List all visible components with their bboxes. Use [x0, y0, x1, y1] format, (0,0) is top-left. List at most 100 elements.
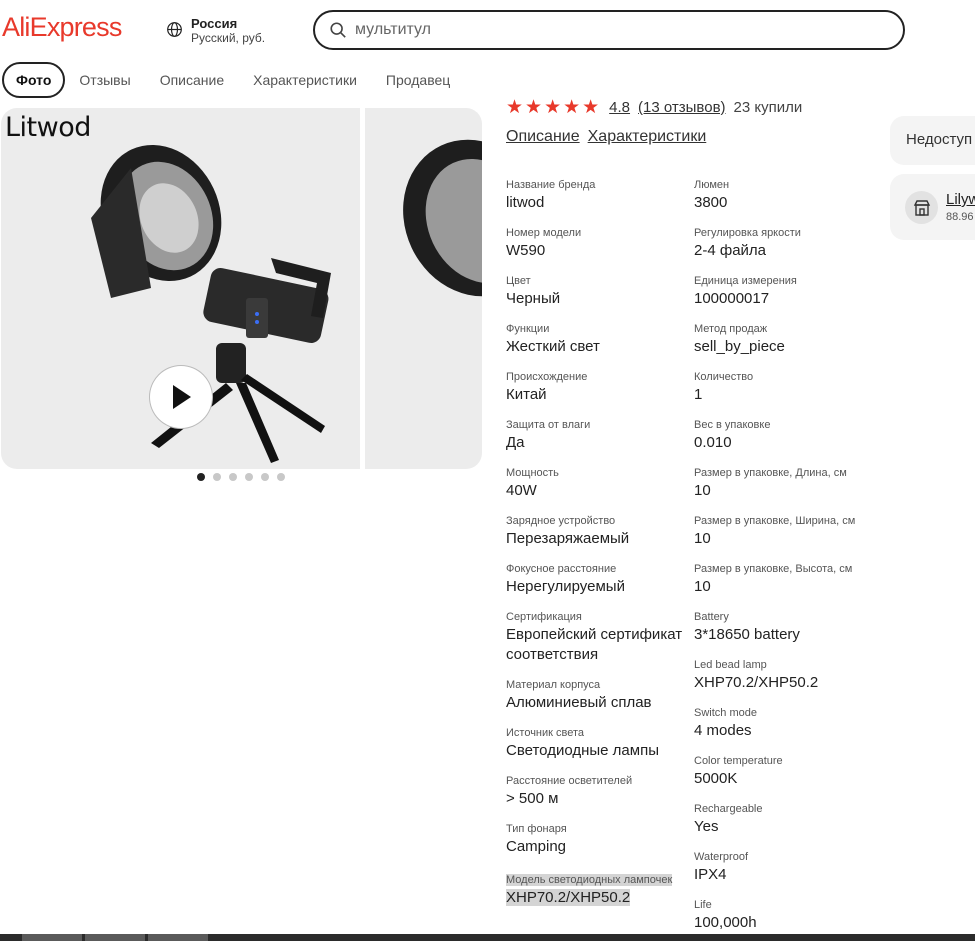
- spec-item: Мощность 40W: [506, 466, 686, 501]
- anchor-description-link[interactable]: Описание: [506, 128, 580, 146]
- spec-value: 10: [694, 482, 711, 499]
- gallery-dot-5[interactable]: [261, 473, 269, 481]
- spec-label: Происхождение: [506, 371, 588, 383]
- spec-label: Waterproof: [694, 851, 749, 863]
- unavailable-notice: Недоступ: [890, 116, 975, 165]
- spec-item: Life 100,000h: [694, 898, 874, 933]
- region-selector[interactable]: Россия Русский, руб.: [166, 16, 265, 46]
- taskbar: [0, 934, 975, 941]
- seller-card[interactable]: Lilyw 88.96: [890, 174, 975, 240]
- spec-item: Размер в упаковке, Ширина, см 10: [694, 514, 874, 549]
- spec-value: XHP70.2/XHP50.2: [694, 674, 819, 691]
- spec-label: Color temperature: [694, 755, 783, 767]
- gallery-pagination[interactable]: [197, 473, 285, 481]
- spec-item: Color temperature 5000K: [694, 754, 874, 789]
- play-video-button[interactable]: [150, 366, 212, 428]
- specs-right-column: Люмен 3800 Регулировка яркости 2-4 файла Еди…: [694, 178, 874, 941]
- search-icon[interactable]: [329, 21, 347, 39]
- rating-row: ★★★★★ 4.8 (13 отзывов) 23 купили: [506, 96, 802, 119]
- spec-value: 5000K: [694, 770, 738, 787]
- spec-item: Регулировка яркости 2-4 файла: [694, 226, 874, 261]
- tab-reviews[interactable]: Отзывы: [79, 72, 130, 88]
- spec-value: 100000017: [694, 290, 770, 307]
- spec-item: Материал корпуса Алюминиевый сплав: [506, 678, 686, 713]
- spec-item: Switch mode 4 modes: [694, 706, 874, 741]
- gallery-dot-1[interactable]: [197, 473, 205, 481]
- spec-item: Размер в упаковке, Высота, см 10: [694, 562, 874, 597]
- spec-value: Алюминиевый сплав: [506, 694, 652, 711]
- spec-label: Размер в упаковке, Длина, см: [694, 467, 847, 479]
- spec-item: Зарядное устройство Перезаряжаемый: [506, 514, 686, 549]
- region-language-currency: Русский, руб.: [191, 31, 266, 45]
- spec-item: Размер в упаковке, Длина, см 10: [694, 466, 874, 501]
- spec-value: Жесткий свет: [506, 338, 600, 355]
- seller-name-link[interactable]: Lilyw: [946, 191, 975, 208]
- spec-item: Фокусное расстояние Нерегулируемый: [506, 562, 686, 597]
- gallery-dot-6[interactable]: [277, 473, 285, 481]
- reviews-link[interactable]: (13 отзывов): [638, 99, 726, 116]
- spec-item: Функции Жесткий свет: [506, 322, 686, 357]
- spec-value: 40W: [506, 482, 537, 499]
- spec-label: Вес в упаковке: [694, 419, 771, 431]
- spec-value: Светодиодные лампы: [506, 742, 659, 759]
- anchor-specifications-link[interactable]: Характеристики: [588, 128, 707, 146]
- gallery-dot-4[interactable]: [245, 473, 253, 481]
- rating-value[interactable]: 4.8: [609, 99, 630, 116]
- spec-value: Yes: [694, 818, 719, 835]
- taskbar-button[interactable]: [85, 934, 145, 941]
- globe-icon: [167, 22, 182, 37]
- spec-item: Номер модели W590: [506, 226, 686, 261]
- spec-label: Количество: [694, 371, 754, 383]
- spec-label: Rechargeable: [694, 803, 763, 815]
- product-image-thumbnail-next[interactable]: [365, 108, 482, 469]
- spec-label: Зарядное устройство: [506, 515, 616, 527]
- spec-value: W590: [506, 242, 546, 259]
- spec-value: 0.010: [694, 434, 732, 451]
- spec-label: Тип фонаря: [506, 823, 567, 835]
- spec-label: Материал корпуса: [506, 679, 601, 691]
- product-gallery[interactable]: Litwod: [1, 108, 482, 469]
- spec-label: Защита от влаги: [506, 419, 591, 431]
- gallery-dot-3[interactable]: [229, 473, 237, 481]
- search-input[interactable]: [355, 21, 855, 39]
- gallery-dot-2[interactable]: [213, 473, 221, 481]
- tab-photo[interactable]: Фото: [2, 62, 66, 98]
- tab-description[interactable]: Описание: [160, 72, 224, 88]
- spec-value: 3*18650 battery: [694, 626, 800, 643]
- spec-value: 3800: [694, 194, 728, 211]
- spec-value: > 500 м: [506, 790, 559, 807]
- spec-label: Расстояние осветителей: [506, 775, 633, 787]
- spec-item: Люмен 3800: [694, 178, 874, 213]
- spec-item: Метод продаж sell_by_piece: [694, 322, 874, 357]
- spec-value: 10: [694, 578, 711, 595]
- taskbar-button[interactable]: [22, 934, 82, 941]
- spec-value: IPX4: [694, 866, 727, 883]
- spec-label: Функции: [506, 323, 550, 335]
- tab-specifications[interactable]: Характеристики: [253, 72, 357, 88]
- spec-item: Цвет Черный: [506, 274, 686, 309]
- spec-label: Цвет: [506, 275, 531, 287]
- spec-label: Размер в упаковке, Ширина, см: [694, 515, 856, 527]
- spec-value: 1: [694, 386, 703, 403]
- tab-seller[interactable]: Продавец: [386, 72, 450, 88]
- spec-item: Количество 1: [694, 370, 874, 405]
- taskbar-button[interactable]: [148, 934, 208, 941]
- spec-value: 100,000h: [694, 914, 757, 931]
- rating-stars-icon: ★★★★★: [506, 97, 602, 118]
- search-bar[interactable]: [313, 10, 905, 50]
- spec-label: Регулировка яркости: [694, 227, 801, 239]
- spec-item: Защита от влаги Да: [506, 418, 686, 453]
- aliexpress-logo[interactable]: AliExpress: [2, 12, 122, 43]
- spec-value: XHP70.2/XHP50.2: [506, 889, 631, 906]
- spec-label: Название бренда: [506, 179, 596, 191]
- spec-label: Люмен: [694, 179, 730, 191]
- spec-item: Единица измерения 100000017: [694, 274, 874, 309]
- spec-value: Китай: [506, 386, 547, 403]
- spec-label: Метод продаж: [694, 323, 768, 335]
- spec-label: Фокусное расстояние: [506, 563, 617, 575]
- spec-label: Модель светодиодных лампочек: [506, 874, 673, 886]
- spec-label: Единица измерения: [694, 275, 797, 287]
- spec-label: Battery: [694, 611, 729, 623]
- spec-value: Перезаряжаемый: [506, 530, 630, 547]
- spec-item: Происхождение Китай: [506, 370, 686, 405]
